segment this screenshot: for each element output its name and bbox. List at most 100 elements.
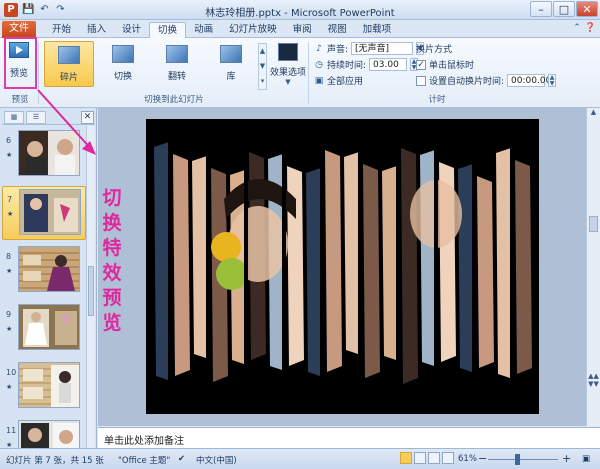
tab-view[interactable]: 视图 bbox=[320, 22, 355, 38]
scroll-up-icon[interactable]: ▲ bbox=[259, 44, 266, 59]
shred-gap bbox=[320, 119, 324, 414]
on-click-checkbox[interactable]: ✓ bbox=[416, 59, 426, 70]
tab-home[interactable]: 开始 bbox=[44, 22, 79, 38]
reading-view-icon[interactable] bbox=[428, 452, 440, 464]
zoom-slider-knob[interactable] bbox=[515, 454, 520, 465]
zoom-in-icon[interactable]: + bbox=[562, 452, 571, 465]
slide-thumb-10[interactable]: 10 ★ bbox=[2, 360, 86, 414]
slide-thumb-6[interactable]: 6 ★ bbox=[2, 128, 86, 182]
theme-name: "Office 主题" bbox=[118, 456, 171, 466]
transition-indicator-icon: ★ bbox=[6, 151, 13, 159]
transition-indicator-icon: ★ bbox=[6, 441, 13, 448]
minimize-button[interactable]: – bbox=[530, 1, 552, 17]
fit-window-icon[interactable]: ▣ bbox=[582, 454, 590, 464]
scroll-down-icon[interactable]: ▼ bbox=[259, 59, 266, 74]
shred-strip bbox=[477, 176, 494, 368]
sound-icon: ♪ bbox=[316, 43, 322, 54]
ribbon-transitions: 预览 预览 碎片 切换 翻转 库 ▲ ▼ ▾ 效果选项 ▼ 切换到此幻灯片 ♪ … bbox=[0, 38, 600, 108]
slides-scrollbar[interactable] bbox=[86, 126, 95, 448]
tab-addins[interactable]: 加载项 bbox=[355, 22, 400, 38]
transition-indicator-icon: ★ bbox=[6, 325, 13, 333]
slide-thumb-7[interactable]: 7 ★ bbox=[2, 186, 86, 240]
transition-switch[interactable]: 切换 bbox=[98, 41, 148, 87]
transition-indicator-icon: ★ bbox=[7, 210, 14, 218]
normal-view-icon[interactable] bbox=[400, 452, 412, 464]
tab-slideshow[interactable]: 幻灯片放映 bbox=[221, 22, 285, 38]
transition-indicator-icon: ★ bbox=[6, 383, 13, 391]
zoom-out-icon[interactable]: − bbox=[478, 452, 487, 465]
transition-flip[interactable]: 翻转 bbox=[152, 41, 202, 87]
scroll-thumb[interactable] bbox=[589, 216, 598, 232]
apply-all-button[interactable]: 全部应用 bbox=[327, 74, 363, 87]
transition-gallery-item[interactable]: 库 bbox=[206, 41, 256, 87]
slide-canvas[interactable] bbox=[146, 119, 539, 414]
transition-indicator-icon: ★ bbox=[6, 267, 13, 275]
title-bar: P 💾 ↶ ↷ 林志玲相册.pptx - Microsoft PowerPoin… bbox=[0, 0, 600, 20]
tab-outline[interactable]: ☰ bbox=[26, 111, 46, 124]
shred-gap bbox=[472, 119, 476, 414]
shred-gap bbox=[358, 119, 362, 414]
status-bar: 幻灯片 第 7 张，共 15 张 "Office 主题" ✔ 中文(中国) 61… bbox=[0, 448, 600, 469]
prev-slide-icon[interactable]: ▲▲ bbox=[587, 372, 600, 380]
group-label-timing: 计时 bbox=[428, 95, 446, 105]
spellcheck-icon[interactable]: ✔ bbox=[178, 454, 185, 464]
tab-animations[interactable]: 动画 bbox=[186, 22, 221, 38]
shred-gap bbox=[206, 119, 210, 414]
tab-design[interactable]: 设计 bbox=[114, 22, 149, 38]
slide-counter: 幻灯片 第 7 张，共 15 张 bbox=[6, 456, 104, 466]
slide-thumb-11[interactable]: 11 ★ bbox=[2, 418, 86, 448]
gallery-scroll[interactable]: ▲ ▼ ▾ bbox=[258, 43, 267, 90]
minimize-ribbon-icon[interactable]: ⌃ bbox=[573, 23, 581, 33]
language-indicator[interactable]: 中文(中国) bbox=[196, 454, 237, 466]
shred-strip bbox=[515, 160, 532, 374]
preview-highlight-box bbox=[4, 37, 37, 89]
close-button[interactable]: ✕ bbox=[576, 1, 598, 17]
shred-transition-preview bbox=[154, 119, 532, 414]
after-time-stepper[interactable]: ▲ ▼ bbox=[548, 74, 557, 87]
scroll-up-icon[interactable]: ▲ bbox=[587, 108, 600, 116]
shred-gap bbox=[244, 119, 248, 414]
shred-gap bbox=[434, 119, 438, 414]
shred-gap bbox=[282, 119, 286, 414]
transition-shred[interactable]: 碎片 bbox=[44, 41, 94, 87]
maximize-button[interactable]: □ bbox=[553, 1, 575, 17]
tab-review[interactable]: 审阅 bbox=[285, 22, 320, 38]
after-time-checkbox[interactable] bbox=[416, 75, 426, 86]
shred-gap bbox=[396, 119, 400, 414]
tab-transitions[interactable]: 切换 bbox=[149, 22, 187, 39]
sound-select[interactable]: [无声音] bbox=[351, 42, 414, 55]
annotation-text: 切 换 特 效 预 览 bbox=[102, 187, 122, 334]
timing-group: ♪ 声音: [无声音] ▼ ◷ 持续时间: 03.00 ▲ ▼ ▣ 全部应用 换片… bbox=[314, 42, 557, 87]
zoom-level[interactable]: 61% bbox=[458, 454, 477, 464]
shred-strip bbox=[363, 164, 380, 378]
editor-scrollbar[interactable]: ▲ ▲▲ ▼▼ bbox=[586, 108, 600, 426]
fruit-shape bbox=[216, 258, 248, 290]
expand-gallery-icon[interactable]: ▾ bbox=[259, 74, 266, 89]
slide-thumb-8[interactable]: 8 ★ bbox=[2, 244, 86, 298]
fruit-shape bbox=[211, 232, 241, 262]
slide-sorter-icon[interactable] bbox=[414, 452, 426, 464]
shred-strip bbox=[401, 148, 418, 384]
chevron-down-icon: ▼ bbox=[285, 78, 291, 86]
scroll-thumb[interactable] bbox=[88, 266, 94, 316]
zoom-slider[interactable] bbox=[488, 459, 558, 460]
effect-options-icon bbox=[278, 43, 298, 61]
after-time-input[interactable]: 00:00.00 bbox=[507, 74, 551, 87]
advance-title: 换片方式 bbox=[416, 45, 453, 55]
apply-all-icon: ▣ bbox=[314, 75, 324, 86]
close-panel-icon[interactable]: ✕ bbox=[81, 111, 94, 124]
window-title: 林志玲相册.pptx - Microsoft PowerPoint bbox=[205, 8, 395, 19]
slideshow-icon[interactable] bbox=[442, 452, 454, 464]
duration-input[interactable]: 03.00 bbox=[369, 58, 408, 71]
group-label-preview: 预览 bbox=[11, 95, 29, 105]
window-controls: – □ ✕ bbox=[530, 1, 598, 17]
help-icon[interactable]: ❓ bbox=[585, 23, 596, 33]
effect-options-button[interactable]: 效果选项 ▼ bbox=[270, 40, 306, 90]
tab-insert[interactable]: 插入 bbox=[79, 22, 114, 38]
tab-file[interactable]: 文件 bbox=[2, 21, 36, 38]
tab-slides[interactable]: ▦ bbox=[4, 111, 24, 124]
next-slide-icon[interactable]: ▼▼ bbox=[587, 380, 600, 388]
notes-pane[interactable]: 单击此处添加备注 bbox=[98, 427, 600, 448]
slide-thumb-9[interactable]: 9 ★ bbox=[2, 302, 86, 356]
transition-gallery: 碎片 切换 翻转 库 ▲ ▼ ▾ bbox=[42, 40, 267, 90]
